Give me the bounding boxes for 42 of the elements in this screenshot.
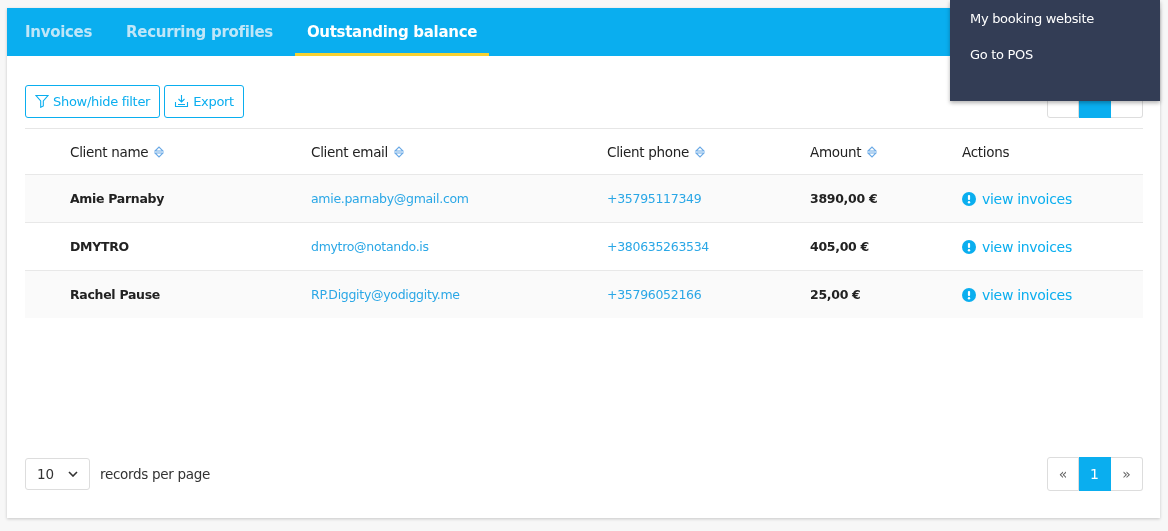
- phone-link[interactable]: +380635263534: [607, 239, 709, 254]
- first-page-button[interactable]: «: [1047, 457, 1079, 491]
- tab[interactable]: Outstanding balance: [294, 8, 490, 56]
- amount: 25,00 €: [810, 287, 861, 302]
- menu-item[interactable]: Go to POS: [970, 47, 1160, 62]
- view-invoices-link[interactable]: view invoices: [982, 238, 1072, 255]
- amount: 3890,00 €: [810, 191, 878, 206]
- column-header: Client name: [70, 143, 149, 160]
- column-header: Client email: [311, 143, 388, 160]
- download-icon: [174, 94, 190, 108]
- column-header: Amount: [810, 143, 862, 160]
- last-page-button[interactable]: »: [1111, 457, 1143, 491]
- alert-icon: [962, 287, 976, 302]
- sort-icon[interactable]: [695, 144, 706, 159]
- sort-icon[interactable]: [154, 144, 165, 159]
- email-link[interactable]: dmytro@notando.is: [311, 239, 429, 254]
- sort-icon[interactable]: [394, 144, 404, 159]
- filter-icon: [35, 94, 49, 108]
- client-name: Amie Parnaby: [70, 191, 165, 206]
- menu-item[interactable]: My booking website: [970, 11, 1160, 26]
- phone-link[interactable]: +35795117349: [607, 191, 702, 206]
- view-invoices-link[interactable]: view invoices: [982, 286, 1072, 303]
- email-link[interactable]: RP.Diggity@yodiggity.me: [311, 287, 460, 302]
- column-header: Client phone: [607, 143, 690, 160]
- filter-button[interactable]: Show/hide filter: [25, 84, 161, 118]
- phone-link[interactable]: +35796052166: [607, 287, 702, 302]
- page-size-label: records per page: [100, 466, 211, 482]
- alert-icon: [962, 191, 976, 206]
- view-invoices-link[interactable]: view invoices: [982, 190, 1072, 207]
- tab[interactable]: Recurring profiles: [114, 8, 285, 56]
- sort-icon[interactable]: [867, 144, 878, 159]
- page-button[interactable]: 1: [1079, 457, 1111, 491]
- chevron-down-icon: [68, 471, 78, 477]
- tab[interactable]: Invoices: [13, 8, 105, 56]
- column-header: Actions: [962, 143, 1010, 160]
- export-button[interactable]: Export: [164, 84, 244, 118]
- page-size-select[interactable]: 10: [25, 458, 90, 490]
- client-name: Rachel Pause: [70, 287, 160, 302]
- email-link[interactable]: amie.parnaby@gmail.com: [311, 191, 469, 206]
- client-name: DMYTRO: [70, 239, 129, 254]
- alert-icon: [962, 239, 976, 254]
- amount: 405,00 €: [810, 239, 869, 254]
